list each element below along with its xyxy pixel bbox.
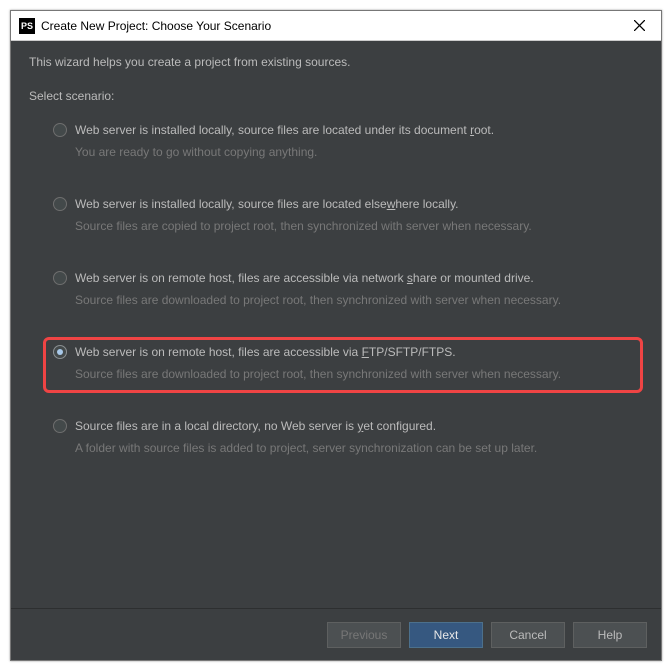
radio-icon — [53, 271, 67, 285]
cancel-button[interactable]: Cancel — [491, 622, 565, 648]
radio-icon — [53, 419, 67, 433]
scenario-label: Web server is installed locally, source … — [75, 123, 494, 137]
radio-icon — [53, 197, 67, 211]
scenario-option-0: Web server is installed locally, source … — [43, 115, 643, 171]
scenario-options: Web server is installed locally, source … — [29, 115, 643, 467]
dialog-content: This wizard helps you create a project f… — [11, 41, 661, 608]
scenario-label: Web server is on remote host, files are … — [75, 345, 456, 359]
scenario-description: Source files are copied to project root,… — [75, 219, 633, 233]
scenario-option-2: Web server is on remote host, files are … — [43, 263, 643, 319]
close-icon — [634, 20, 645, 31]
select-scenario-label: Select scenario: — [29, 89, 643, 103]
scenario-radio-0[interactable]: Web server is installed locally, source … — [53, 123, 633, 137]
scenario-option-3: Web server is on remote host, files are … — [43, 337, 643, 393]
dialog-window: PS Create New Project: Choose Your Scena… — [10, 10, 662, 661]
scenario-radio-4[interactable]: Source files are in a local directory, n… — [53, 419, 633, 433]
window-title: Create New Project: Choose Your Scenario — [41, 19, 625, 33]
scenario-option-4: Source files are in a local directory, n… — [43, 411, 643, 467]
scenario-description: Source files are downloaded to project r… — [75, 293, 633, 307]
dialog-footer: Previous Next Cancel Help — [11, 608, 661, 660]
scenario-description: A folder with source files is added to p… — [75, 441, 633, 455]
scenario-option-1: Web server is installed locally, source … — [43, 189, 643, 245]
help-button[interactable]: Help — [573, 622, 647, 648]
radio-icon — [53, 345, 67, 359]
titlebar: PS Create New Project: Choose Your Scena… — [11, 11, 661, 41]
scenario-label: Source files are in a local directory, n… — [75, 419, 436, 433]
scenario-label: Web server is on remote host, files are … — [75, 271, 534, 285]
scenario-radio-3[interactable]: Web server is on remote host, files are … — [53, 345, 633, 359]
scenario-description: Source files are downloaded to project r… — [75, 367, 633, 381]
close-button[interactable] — [625, 12, 653, 40]
scenario-radio-1[interactable]: Web server is installed locally, source … — [53, 197, 633, 211]
app-logo-icon: PS — [19, 18, 35, 34]
intro-text: This wizard helps you create a project f… — [29, 55, 643, 69]
scenario-label: Web server is installed locally, source … — [75, 197, 459, 211]
scenario-radio-2[interactable]: Web server is on remote host, files are … — [53, 271, 633, 285]
next-button[interactable]: Next — [409, 622, 483, 648]
scenario-description: You are ready to go without copying anyt… — [75, 145, 633, 159]
previous-button[interactable]: Previous — [327, 622, 401, 648]
radio-icon — [53, 123, 67, 137]
